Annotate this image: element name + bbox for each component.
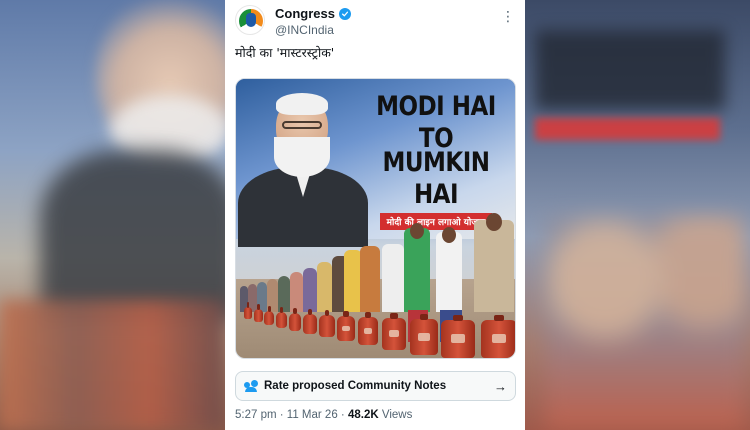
tweet-text: मोदी का 'मास्टरस्ट्रोक': [235, 45, 335, 60]
community-notes-button[interactable]: Rate proposed Community Notes →: [235, 371, 516, 401]
headline-line-1: MODI HAI TO: [376, 91, 496, 155]
queue-illustration: [236, 189, 515, 358]
arrow-right-icon: →: [494, 378, 507, 394]
background-blur-right: [525, 0, 750, 430]
tweet-time[interactable]: 5:27 pm: [235, 409, 277, 421]
views-label: Views: [378, 409, 413, 421]
background-blur-left: [0, 0, 245, 430]
account-handle[interactable]: @INCIndia: [275, 23, 334, 37]
tweet-image[interactable]: MODI HAI TO MUMKIN HAI मोदी की लाइन लगाओ…: [235, 78, 516, 359]
tweet-header: Congress @INCIndia ⋮: [235, 5, 515, 41]
views-count: 48.2K: [347, 409, 379, 421]
community-notes-label: Rate proposed Community Notes: [264, 380, 447, 392]
tweet-date[interactable]: 11 Mar 26: [287, 409, 338, 421]
tweet-meta: 5:27 pm · 11 Mar 26 · 48.2K Views: [235, 409, 413, 421]
community-notes-icon: [244, 380, 258, 392]
avatar[interactable]: [235, 5, 265, 35]
tweet-card: Congress @INCIndia ⋮ मोदी का 'मास्टरस्ट्…: [225, 0, 525, 430]
account-name[interactable]: Congress: [275, 6, 335, 21]
verified-badge-icon: [338, 7, 351, 20]
more-dots-icon[interactable]: ⋮: [501, 9, 515, 23]
